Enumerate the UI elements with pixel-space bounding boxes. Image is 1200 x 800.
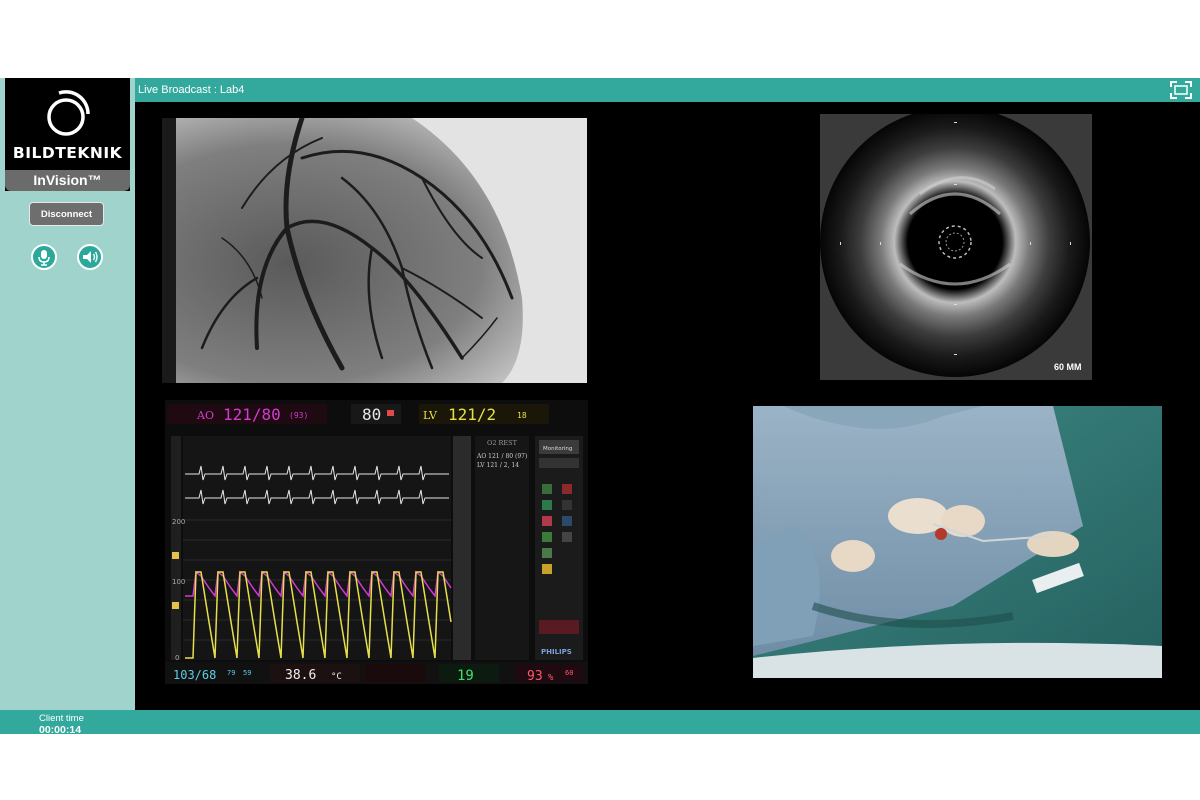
ao-value: 121/80 [223,405,281,424]
sidebar: BILDTEKNIK InVision™ Disconnect [0,78,135,710]
ivus-image: 60 MM [820,114,1090,377]
monitor-brand: PHILIPS [541,648,572,656]
disconnect-button[interactable]: Disconnect [29,202,104,226]
resp-value: 19 [457,668,474,684]
monitoring-tab: Monitoring [543,446,572,452]
microphone-icon [38,250,50,266]
spo2-unit: % [548,673,554,683]
monitor-display: AO 121/80 (93) 80 LV 121/2 18 200 100 0 … [165,400,588,684]
procedure-camera-view [753,406,1162,678]
speaker-icon [83,251,98,263]
lv-extra: 18 [517,411,527,420]
hemodynamic-monitor: AO 121/80 (93) 80 LV 121/2 18 200 100 0 … [165,400,588,684]
spo2-value: 93 [527,669,543,684]
side-line-2: LV 121 / 2, 14 [477,462,519,469]
procedure-camera-image [753,406,1162,678]
client-time-label: Client time [39,713,84,724]
ao-mean: (93) [289,411,308,420]
broadcast-title: Live Broadcast : Lab4 [138,84,245,96]
bottom-small-1: 79 [227,669,235,677]
speaker-button[interactable] [77,244,103,270]
ivus-view: 60 MM [820,114,1092,380]
angiography-view [162,118,587,383]
angiography-image [162,118,587,383]
heart-rate-value: 80 [362,405,381,424]
temperature-value: 38.6 [285,668,316,683]
spo2-small: 60 [565,669,573,677]
scale-100: 100 [172,578,185,586]
app-window: BILDTEKNIK InVision™ Disconnect Live Bro… [0,78,1200,736]
fullscreen-icon[interactable] [1170,81,1192,99]
title-bar: Live Broadcast : Lab4 [135,78,1200,102]
ao-label: AO [196,409,214,422]
microphone-button[interactable] [31,244,57,270]
bottom-bp: 103/68 [173,668,216,682]
product-name: InVision™ [5,170,130,191]
side-header: O2 REST [487,439,518,447]
bottom-small-2: 59 [243,669,251,677]
client-time-value: 00:00:14 [39,724,82,736]
temperature-unit: °C [331,672,342,682]
heart-icon [387,410,394,416]
logo-ring-icon [47,90,90,136]
ivus-depth-label: 60 MM [1054,362,1082,372]
lv-label: LV [423,409,438,422]
logo-text: BILDTEKNIK [12,144,123,162]
scale-0: 0 [175,654,179,662]
lv-value: 121/2 [448,405,496,424]
status-bar: Client time 00:00:14 [0,710,1200,736]
scale-200: 200 [172,518,185,526]
side-line-1: AO 121 / 80 (97) [476,453,527,460]
